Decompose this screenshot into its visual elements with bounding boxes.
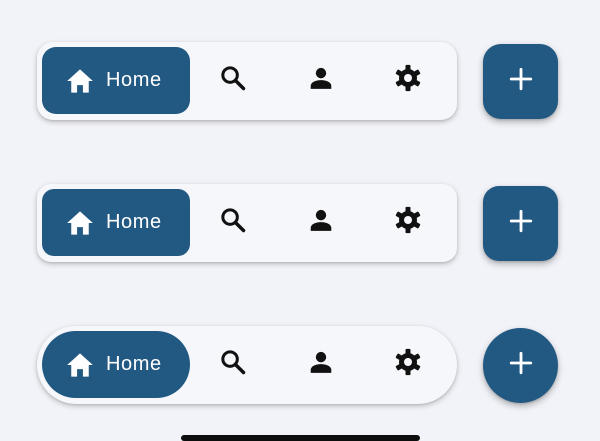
plus-icon [508, 208, 534, 239]
gear-icon [393, 205, 423, 240]
nav-item-search[interactable] [215, 346, 251, 382]
nav-item-home-label: Home [106, 353, 162, 375]
add-fab-button[interactable] [483, 328, 558, 403]
plus-icon [508, 350, 534, 381]
search-icon [219, 348, 247, 381]
navigation-bar: Home [37, 326, 457, 404]
nav-item-profile[interactable] [303, 346, 339, 382]
system-home-indicator[interactable] [181, 435, 420, 441]
add-fab-button[interactable] [483, 44, 558, 119]
bottom-nav-variant-pill: Home [0, 326, 600, 408]
search-icon [219, 206, 247, 239]
gear-icon [393, 63, 423, 98]
nav-item-home-selected[interactable]: Home [42, 47, 190, 114]
nav-item-settings[interactable] [390, 62, 426, 98]
nav-item-home-label: Home [106, 211, 162, 233]
gear-icon [393, 347, 423, 382]
bottom-nav-variant-rounded: Home [0, 42, 600, 124]
nav-item-settings[interactable] [390, 346, 426, 382]
nav-item-profile[interactable] [303, 204, 339, 240]
nav-item-profile[interactable] [303, 62, 339, 98]
person-icon [308, 207, 334, 238]
nav-item-home-selected[interactable]: Home [42, 189, 190, 256]
home-icon [66, 210, 94, 236]
bottom-nav-variant-rounded-small: Home [0, 184, 600, 266]
person-icon [308, 349, 334, 380]
nav-item-search[interactable] [215, 62, 251, 98]
search-icon [219, 64, 247, 97]
nav-item-settings[interactable] [390, 204, 426, 240]
nav-item-home-label: Home [106, 69, 162, 91]
plus-icon [508, 66, 534, 97]
navigation-bar: Home [37, 184, 457, 262]
person-icon [308, 65, 334, 96]
nav-item-search[interactable] [215, 204, 251, 240]
home-icon [66, 352, 94, 378]
nav-item-home-selected[interactable]: Home [42, 331, 190, 398]
add-fab-button[interactable] [483, 186, 558, 261]
navigation-bar: Home [37, 42, 457, 120]
home-icon [66, 68, 94, 94]
